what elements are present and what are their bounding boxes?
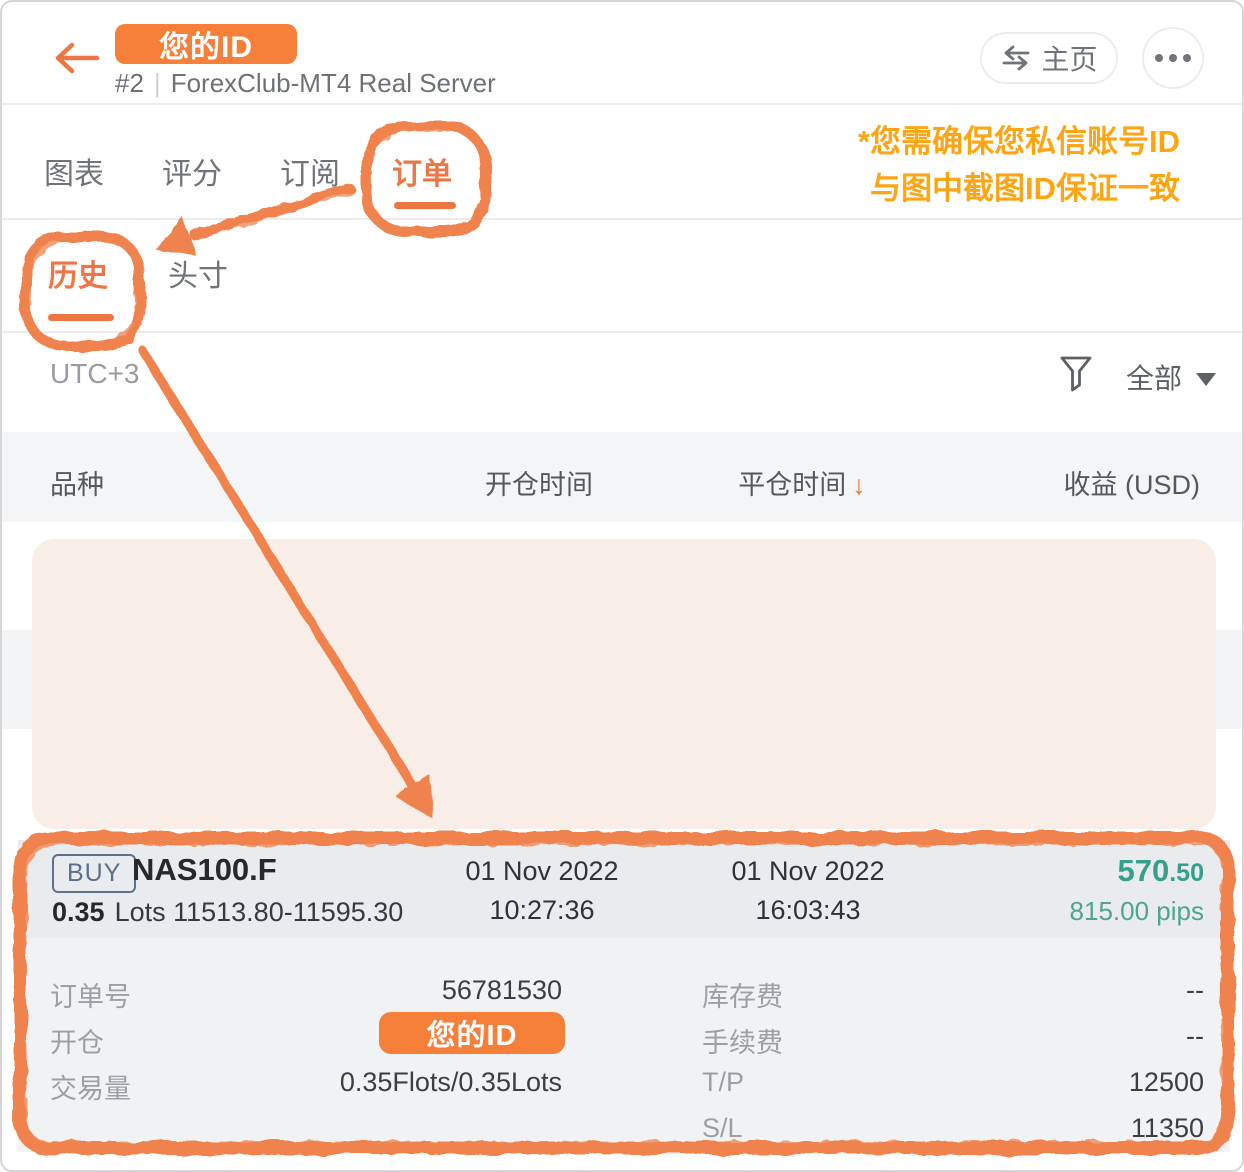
- order-close-date: 01 Nov 2022: [688, 856, 928, 887]
- account-number: #2: [115, 68, 144, 98]
- trading-app-order-history-screen: 您的ID #2|ForexClub-MT4 Real Server 主页 图表 …: [0, 0, 1244, 1172]
- order-volume: 0.35: [52, 897, 105, 927]
- detail-value: 11350: [1131, 1113, 1204, 1144]
- detail-row-trade-volume: 交易量 0.35Flots/0.35Lots: [50, 1067, 562, 1107]
- account-id-redaction-badge: 您的ID: [379, 1012, 565, 1054]
- order-pips: 815.00 pips: [1070, 896, 1204, 927]
- order-volume-line: 0.35 Lots 11513.80-11595.30: [52, 897, 403, 928]
- detail-value: 0.35Flots/0.35Lots: [340, 1067, 562, 1098]
- annotation-note-line1: *您需确保您私信账号ID: [858, 118, 1180, 165]
- subtitle-separator: |: [144, 68, 171, 98]
- order-details-left-column: 订单号 56781530 开仓 您的ID 交易量 0.35Flots/0.35L…: [50, 938, 562, 1152]
- order-profit-integer: 570: [1118, 853, 1170, 888]
- detail-label: T/P: [702, 1067, 744, 1098]
- more-options-button[interactable]: [1142, 27, 1204, 89]
- account-id-redaction-badge: 您的ID: [115, 24, 297, 64]
- arrow-left-icon: [52, 40, 100, 76]
- detail-label: S/L: [702, 1113, 743, 1144]
- column-header-profit: 收益 (USD): [880, 463, 1200, 502]
- range-dropdown-label: 全部: [1126, 357, 1182, 397]
- detail-label: 交易量: [50, 1067, 131, 1106]
- home-button-label: 主页: [1041, 38, 1097, 78]
- order-side-badge: BUY: [52, 854, 136, 893]
- sort-descending-icon: ↓: [852, 470, 866, 500]
- tab-subscription[interactable]: 订阅: [280, 149, 340, 193]
- detail-row-take-profit: T/P 12500: [702, 1067, 1204, 1107]
- order-volume-detail: Lots 11513.80-11595.30: [115, 897, 404, 927]
- caret-down-icon: [1196, 373, 1216, 386]
- tabs-divider: [2, 218, 1242, 220]
- annotation-note: *您需确保您私信账号ID 与图中截图ID保证一致: [858, 118, 1180, 212]
- detail-label: 手续费: [702, 1021, 783, 1060]
- filter-funnel-icon: [1058, 354, 1094, 394]
- swap-arrows-icon: [1000, 45, 1032, 71]
- order-open-date: 01 Nov 2022: [422, 856, 662, 887]
- detail-label: 订单号: [50, 975, 131, 1014]
- header-divider: [2, 103, 1242, 105]
- tab-charts[interactable]: 图表: [44, 149, 104, 193]
- detail-row-swap: 库存费 --: [702, 975, 1204, 1015]
- detail-value: 56781530: [442, 975, 562, 1006]
- detail-label: 库存费: [702, 975, 783, 1014]
- home-button[interactable]: 主页: [980, 32, 1118, 84]
- tab-rating[interactable]: 评分: [162, 149, 222, 193]
- order-profit: 570.50: [1118, 853, 1205, 889]
- active-tab-underline: [394, 202, 456, 209]
- table-row[interactable]: BUY NAS100.F 0.35Lots 11513.80-11595.30 …: [18, 840, 1230, 938]
- order-card: BUY NAS100.F 0.35Lots 11513.80-11595.30 …: [18, 840, 1230, 1152]
- detail-label: 开仓: [50, 1021, 104, 1060]
- detail-value: --: [1186, 975, 1204, 1006]
- range-dropdown[interactable]: 全部: [1126, 357, 1216, 397]
- detail-value: 12500: [1129, 1067, 1204, 1098]
- ellipsis-icon: [1155, 54, 1191, 62]
- order-open-datetime: 01 Nov 2022 10:27:36: [422, 840, 662, 938]
- column-header-close-time-sortable[interactable]: 平仓时间↓: [702, 463, 902, 502]
- timezone-label: UTC+3: [50, 358, 139, 390]
- subtab-history-active[interactable]: 历史: [48, 251, 108, 295]
- column-header-close-time-label: 平仓时间: [738, 470, 846, 500]
- crayon-arrow-orders-to-history: [194, 188, 350, 235]
- order-profit-decimal: .50: [1169, 859, 1204, 887]
- column-header-symbol: 品种: [50, 463, 104, 502]
- tab-orders-active[interactable]: 订单: [392, 149, 452, 193]
- annotation-note-line2: 与图中截图ID保证一致: [858, 165, 1180, 212]
- back-button[interactable]: [52, 40, 100, 76]
- order-close-datetime: 01 Nov 2022 16:03:43: [688, 840, 928, 938]
- redaction-overlay: [32, 539, 1216, 829]
- order-details-right-column: 库存费 -- 手续费 -- T/P 12500 S/L 11350: [702, 938, 1204, 1152]
- detail-row-order-number: 订单号 56781530: [50, 975, 562, 1015]
- filter-button[interactable]: [1058, 354, 1094, 394]
- order-close-time: 16:03:43: [688, 895, 928, 926]
- subtab-positions[interactable]: 头寸: [168, 251, 228, 295]
- subtabs-divider: [2, 331, 1242, 333]
- server-name: ForexClub-MT4 Real Server: [171, 68, 496, 98]
- detail-row-stop-loss: S/L 11350: [702, 1113, 1204, 1153]
- account-subtitle: #2|ForexClub-MT4 Real Server: [115, 68, 496, 99]
- column-header-open-time: 开仓时间: [439, 463, 639, 502]
- order-open-time: 10:27:36: [422, 895, 662, 926]
- detail-value: --: [1186, 1021, 1204, 1052]
- active-subtab-underline: [48, 314, 114, 321]
- order-symbol: NAS100.F: [132, 852, 277, 888]
- detail-row-commission: 手续费 --: [702, 1021, 1204, 1061]
